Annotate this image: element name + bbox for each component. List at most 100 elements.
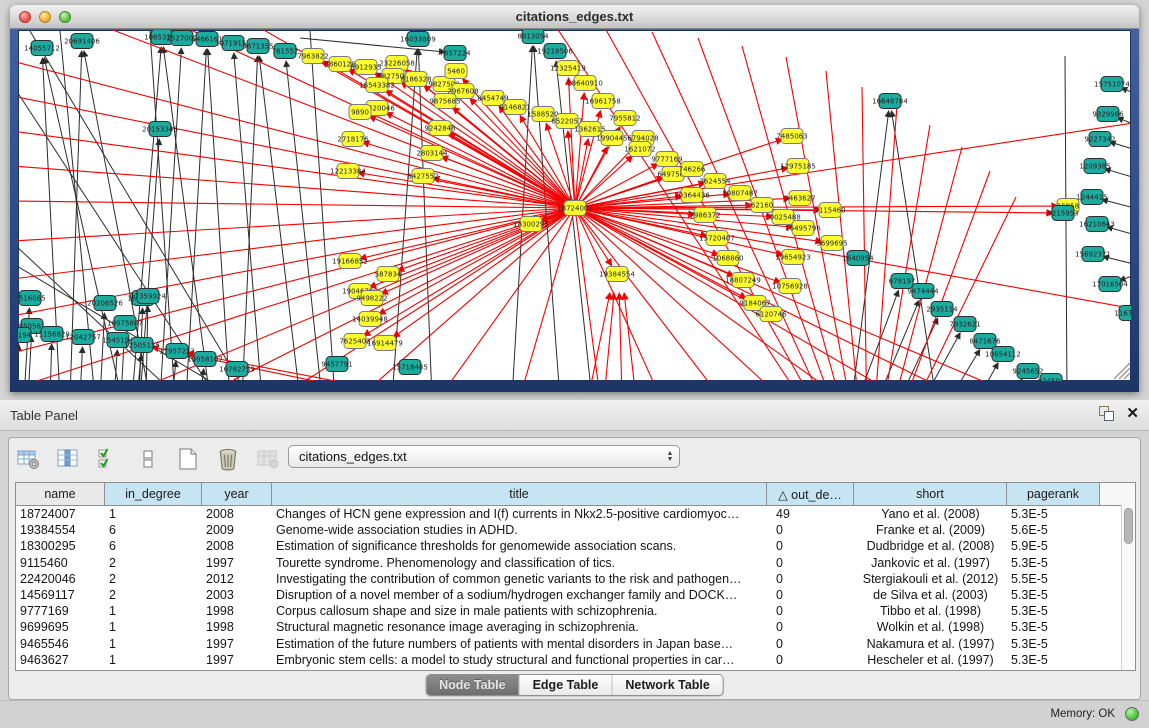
table-row[interactable]: 1872400712008Changes of HCN gene express… — [16, 506, 1135, 522]
graph-node[interactable]: 9463627 — [784, 191, 815, 206]
column-header-year[interactable]: year — [202, 483, 272, 505]
graph-edge[interactable] — [100, 313, 104, 381]
graph-edge[interactable] — [186, 49, 206, 381]
graph-node[interactable]: 1244415 — [1076, 190, 1107, 205]
graph-node[interactable]: 17016504 — [1092, 277, 1128, 292]
graph-node[interactable]: 9699695 — [816, 236, 847, 251]
graph-node[interactable]: 20364436 — [674, 188, 710, 203]
graph-node[interactable]: 587834 — [375, 267, 402, 282]
graph-node[interactable]: 16033809 — [400, 32, 436, 47]
graph-node[interactable]: 16648784 — [872, 94, 908, 109]
graph-node[interactable]: 8813054 — [517, 30, 549, 44]
graph-node[interactable]: 20153346 — [142, 122, 178, 137]
graph-node[interactable]: 924501 — [1038, 374, 1065, 382]
graph-edge[interactable] — [862, 87, 868, 381]
graph-edge[interactable] — [18, 208, 575, 381]
table-row[interactable]: 1938455462009Genome-wide association stu… — [16, 522, 1135, 538]
graph-node[interactable]: 9227342 — [1084, 132, 1115, 147]
table-row[interactable]: 2242004622012Investigating the contribut… — [16, 571, 1135, 587]
graph-node[interactable]: 9777169 — [651, 152, 682, 167]
graph-edge[interactable] — [18, 208, 575, 353]
graph-node[interactable]: 9890 — [349, 105, 371, 120]
graph-node[interactable]: 9242848 — [424, 121, 455, 136]
graph-edge[interactable] — [619, 293, 622, 381]
table-select-dropdown[interactable]: citations_edges.txt ▲▼ — [288, 445, 680, 468]
graph-edge[interactable] — [852, 111, 889, 381]
graph-node[interactable]: 1068860 — [712, 251, 743, 266]
select-columns-icon[interactable] — [95, 446, 121, 472]
graph-edge[interactable] — [50, 344, 52, 381]
graph-edge[interactable] — [950, 350, 980, 381]
memory-ok-indicator[interactable] — [1125, 707, 1139, 721]
graph-edge[interactable] — [310, 31, 335, 381]
graph-edge[interactable] — [449, 133, 575, 208]
float-panel-icon[interactable] — [1099, 406, 1114, 421]
column-header-name[interactable]: name — [16, 483, 105, 505]
graph-node[interactable]: 2718176 — [337, 132, 369, 147]
graph-node[interactable]: 746266 — [679, 162, 706, 177]
graph-edge[interactable] — [242, 56, 258, 381]
graph-node[interactable]: 6120746 — [755, 307, 787, 322]
graph-node[interactable]: 19218506 — [537, 44, 573, 59]
table-row[interactable]: 977716911998Corpus callosum shape and si… — [16, 603, 1135, 619]
close-panel-icon[interactable]: ✕ — [1126, 406, 1139, 421]
graph-edge[interactable] — [556, 61, 592, 381]
graph-node[interactable]: 9671355 — [242, 39, 273, 54]
graph-node[interactable]: 16210643 — [1079, 217, 1115, 232]
graph-edge[interactable] — [624, 293, 636, 381]
table-row[interactable]: 946362711997Embryonic stem cells: a mode… — [16, 652, 1135, 668]
graph-edge[interactable] — [868, 171, 990, 381]
graph-edge[interactable] — [575, 208, 783, 255]
graph-edge[interactable] — [360, 208, 575, 259]
graph-node[interactable]: 7857224 — [439, 46, 471, 61]
table-settings-icon[interactable] — [15, 446, 41, 472]
graph-node[interactable]: 8186328 — [400, 72, 431, 87]
table-row[interactable]: 1830029562008Estimation of significance … — [16, 538, 1135, 554]
column-header-pagerank[interactable]: pagerank — [1007, 483, 1100, 505]
scrollbar-thumb[interactable] — [1124, 508, 1133, 544]
graph-node[interactable]: 7955812 — [609, 111, 640, 126]
panel-splitter-handle[interactable] — [575, 395, 583, 398]
graph-edge[interactable] — [1008, 379, 1022, 381]
graph-node[interactable]: 1621072 — [624, 142, 655, 157]
graph-node[interactable]: 679197 — [889, 274, 916, 289]
window-titlebar[interactable]: citations_edges.txt — [10, 5, 1139, 29]
graph-node[interactable]: 7625402 — [339, 334, 370, 349]
new-table-icon[interactable] — [175, 446, 201, 472]
graph-node[interactable]: 62160 — [751, 198, 773, 213]
row-height-icon[interactable] — [135, 446, 161, 472]
table-row[interactable]: 1456911722003Disruption of a novel membe… — [16, 587, 1135, 603]
graph-node[interactable]: 16782759 — [219, 362, 255, 377]
column-header-in_degree[interactable]: in_degree — [105, 483, 202, 505]
graph-edge[interactable] — [208, 49, 230, 381]
resize-grip-icon[interactable] — [1119, 368, 1130, 379]
graph-node[interactable]: 3624554 — [699, 174, 731, 189]
column-header-short[interactable]: short — [854, 483, 1007, 505]
table-vertical-scrollbar[interactable] — [1121, 505, 1135, 670]
graph-node[interactable]: 5460 — [445, 64, 467, 79]
graph-node[interactable]: 9215953 — [1047, 206, 1078, 221]
graph-node[interactable]: 20206526 — [87, 296, 123, 311]
column-header-out_de[interactable]: △ out_de… — [767, 483, 854, 505]
graph-edge[interactable] — [18, 345, 19, 381]
graph-node[interactable]: 9498222 — [356, 291, 387, 306]
graph-node[interactable]: 14055712 — [24, 41, 60, 56]
graph-node[interactable]: 2803144 — [416, 146, 448, 161]
graph-edge[interactable] — [868, 125, 930, 381]
graph-node[interactable]: 9457791 — [321, 357, 352, 372]
show-columns-icon[interactable] — [55, 446, 81, 472]
graph-node[interactable]: 2516065 — [18, 291, 46, 306]
tab-network-table[interactable]: Network Table — [612, 675, 723, 695]
graph-node[interactable]: 19166852 — [332, 254, 368, 269]
graph-edge[interactable] — [892, 111, 936, 381]
graph-node[interactable]: 7485063 — [776, 129, 807, 144]
graph-node[interactable]: 12975185 — [780, 159, 816, 174]
graph-node[interactable]: 15718485 — [392, 360, 428, 375]
graph-node[interactable]: 1209385 — [1079, 159, 1110, 174]
network-canvas[interactable]: 1872400779638228860128891293523226058982… — [18, 30, 1131, 381]
graph-edge[interactable] — [360, 208, 575, 381]
graph-edge[interactable] — [18, 208, 575, 279]
graph-edge[interactable] — [604, 293, 614, 381]
graph-node[interactable]: 9875685 — [429, 94, 460, 109]
graph-node[interactable]: 9146821 — [499, 100, 530, 115]
